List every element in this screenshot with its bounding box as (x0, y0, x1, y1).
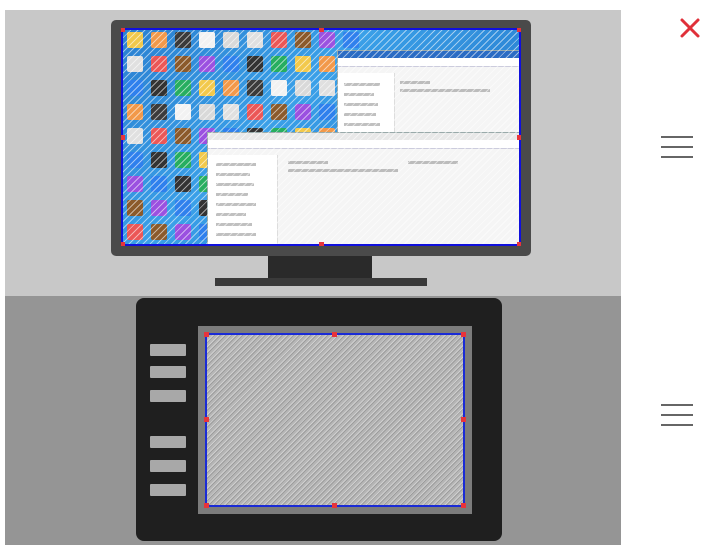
resize-handle-top[interactable] (332, 332, 337, 337)
resize-handle-top-right[interactable] (461, 332, 466, 337)
desktop-screenshot (121, 28, 521, 246)
resize-handle-top[interactable] (319, 28, 324, 32)
monitor-stand-neck (268, 256, 372, 278)
drag-handle-icon[interactable] (661, 400, 693, 430)
window-top-strip (0, 0, 710, 10)
resize-handle-top-left[interactable] (121, 28, 125, 32)
screen-mapping-area[interactable] (121, 28, 521, 246)
resize-handle-bottom-left[interactable] (204, 503, 209, 508)
express-key[interactable] (150, 436, 186, 448)
resize-handle-left[interactable] (204, 417, 209, 422)
resize-handle-top-right[interactable] (517, 28, 521, 32)
drag-handle-icon[interactable] (661, 132, 693, 162)
monitor-stand-foot (215, 278, 427, 286)
express-key[interactable] (150, 390, 186, 402)
sidebar (621, 10, 710, 545)
express-key[interactable] (150, 344, 186, 356)
resize-handle-bottom-right[interactable] (517, 242, 521, 246)
tablet-surface (198, 326, 472, 514)
resize-handle-left[interactable] (121, 135, 125, 140)
pen-tablet (136, 298, 502, 541)
resize-handle-bottom[interactable] (319, 242, 324, 246)
resize-handle-bottom-right[interactable] (461, 503, 466, 508)
resize-handle-right[interactable] (461, 417, 466, 422)
resize-handle-bottom[interactable] (332, 503, 337, 508)
tablet-mapping-panel (5, 296, 621, 545)
tablet-active-area[interactable] (205, 333, 465, 507)
express-key[interactable] (150, 460, 186, 472)
monitor-bezel (111, 20, 531, 256)
express-key[interactable] (150, 366, 186, 378)
express-key[interactable] (150, 484, 186, 496)
monitor-mapping-panel (5, 10, 621, 296)
close-icon[interactable] (676, 14, 704, 42)
resize-handle-top-left[interactable] (204, 332, 209, 337)
resize-handle-bottom-left[interactable] (121, 242, 125, 246)
resize-handle-right[interactable] (517, 135, 521, 140)
